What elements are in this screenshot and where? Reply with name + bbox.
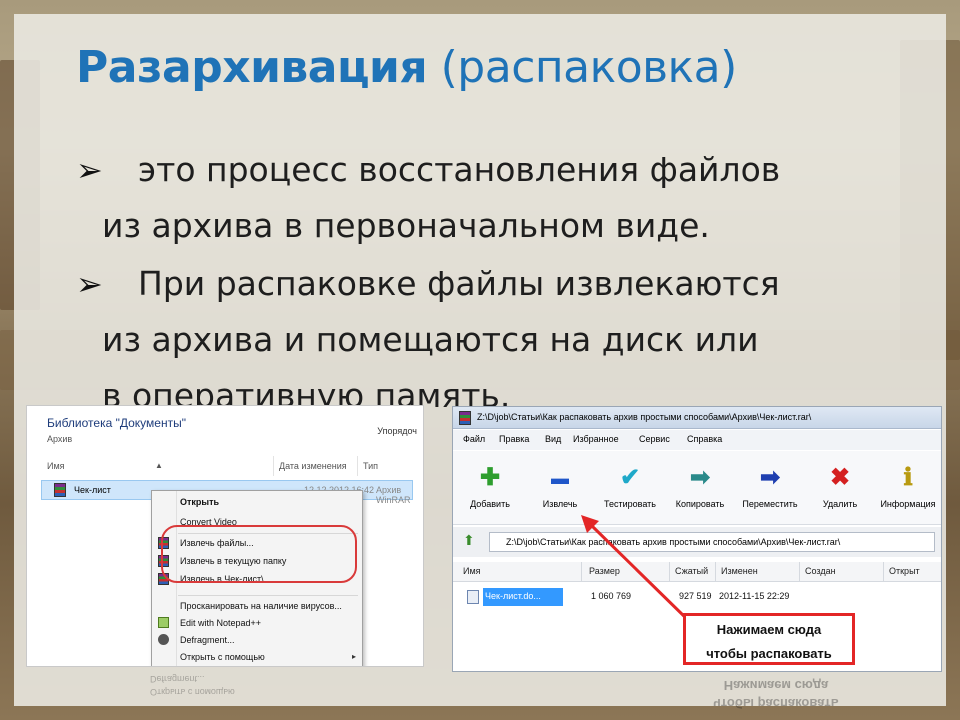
file-type: Архив WinRAR xyxy=(376,485,411,505)
bullet-1: ➢ это процесс восстановления файлов из ар… xyxy=(76,142,896,254)
slide-title: Разархивация (распаковка) xyxy=(76,42,737,93)
column-name[interactable]: Имя xyxy=(47,461,65,471)
column-divider xyxy=(273,456,274,476)
file-name: Чек-лист xyxy=(74,485,111,495)
menu-item-defragment[interactable]: Defragment... xyxy=(180,635,235,645)
menu-separator xyxy=(178,595,358,596)
callout-line-1: Нажимаем сюда xyxy=(716,622,822,637)
reflection-line: Нажимаем сюда xyxy=(723,678,829,693)
callout-reflection: чтобы распаковать Нажимаем сюда xyxy=(690,676,862,712)
winrar-archive-icon xyxy=(54,483,66,497)
callout-box: Нажимаем сюда чтобы распаковать xyxy=(683,613,855,665)
title-light: (распаковка) xyxy=(440,42,738,93)
column-divider xyxy=(357,456,358,476)
bullet-1-line-1: это процесс восстановления файлов xyxy=(138,150,781,189)
sort-caret-icon: ▲ xyxy=(155,461,163,470)
library-subtitle: Архив xyxy=(47,434,73,444)
column-type[interactable]: Тип xyxy=(363,461,378,471)
bullet-arrow-icon: ➢ xyxy=(76,265,103,303)
bullet-2-line-1: При распаковке файлы извлекаются xyxy=(138,264,780,303)
bullet-2-line-2: из архива и помещаются на диск или xyxy=(102,320,759,359)
explorer-screenshot: Библиотека "Документы" Архив Упорядоч Им… xyxy=(26,405,424,667)
callout-line-2: чтобы распаковать xyxy=(706,646,832,661)
menu-reflection: Открыть с помощью Defragment... xyxy=(150,672,350,698)
reflection-line: чтобы распаковать xyxy=(713,696,839,711)
menu-item-notepad[interactable]: Edit with Notepad++ xyxy=(180,618,261,628)
bullet-arrow-icon: ➢ xyxy=(76,151,103,189)
menu-item-open[interactable]: Открыть xyxy=(180,497,219,507)
notepad-icon xyxy=(158,617,169,628)
submenu-arrow-icon: ▸ xyxy=(351,652,356,661)
highlight-oval xyxy=(161,525,357,583)
menu-item-scan[interactable]: Просканировать на наличие вирусов... xyxy=(180,601,342,611)
column-date[interactable]: Дата изменения xyxy=(279,461,347,471)
defragment-icon xyxy=(158,634,169,645)
bullet-1-line-2: из архива в первоначальном виде. xyxy=(102,206,710,245)
reflection-line: Defragment... xyxy=(150,674,205,684)
winrar-screenshot: Z:\D\job\Статьи\Как распаковать архив пр… xyxy=(452,406,942,672)
menu-item-open-with[interactable]: Открыть с помощью xyxy=(180,652,265,662)
reflection-line: Открыть с помощью xyxy=(150,687,235,697)
title-bold: Разархивация xyxy=(76,42,428,93)
library-title: Библиотека "Документы" xyxy=(47,416,186,430)
bullet-2: ➢ При распаковке файлы извлекаются из арх… xyxy=(76,256,896,424)
sort-button[interactable]: Упорядоч xyxy=(377,426,417,436)
